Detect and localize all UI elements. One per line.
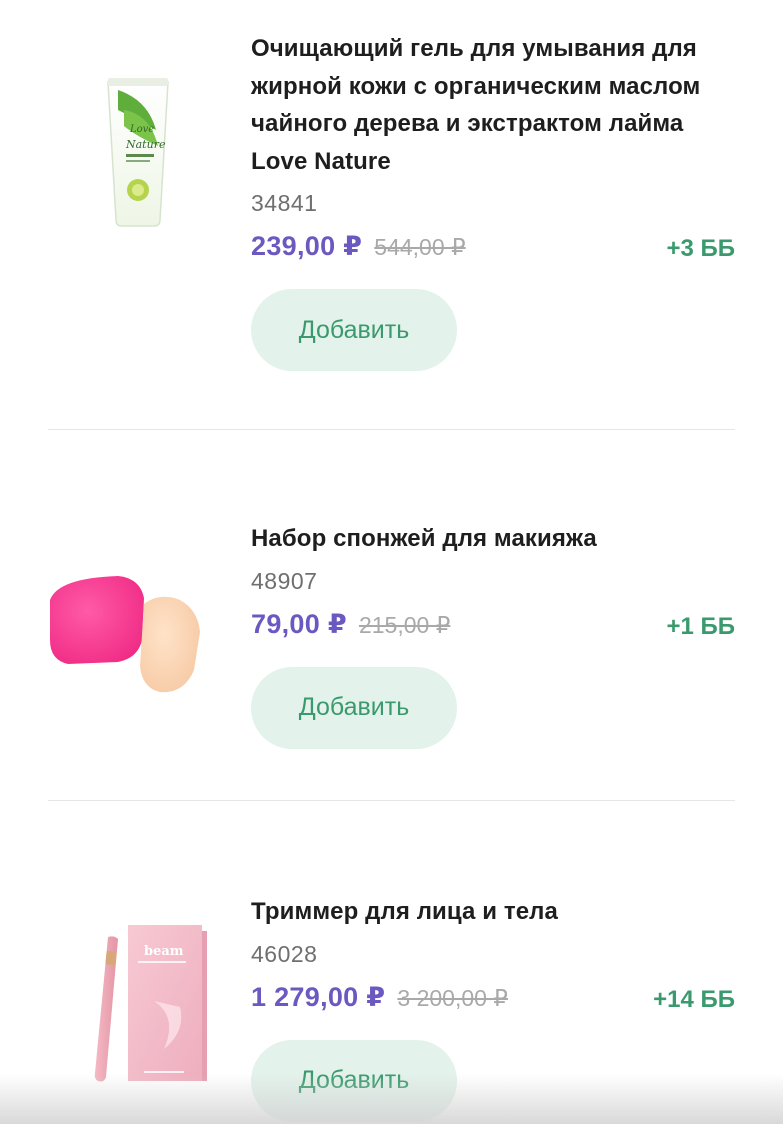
product-old-price: 544,00 ₽: [374, 234, 466, 260]
product-image[interactable]: [48, 570, 228, 700]
product-price: 79,00 ₽: [251, 608, 347, 639]
product-price: 1 279,00 ₽: [251, 981, 386, 1012]
divider: [48, 800, 735, 801]
product-image[interactable]: beam: [48, 921, 228, 1086]
product-info: Очищающий гель для умывания для жирной к…: [251, 30, 735, 371]
svg-text:Nature: Nature: [125, 138, 166, 151]
product-bonus: +1 ББ: [666, 612, 735, 640]
svg-text:Love: Love: [129, 124, 154, 135]
product-title[interactable]: Очищающий гель для умывания для жирной к…: [251, 30, 735, 180]
product-info: Набор спонжей для макияжа 48907 79,00 ₽ …: [251, 520, 735, 749]
product-sku: 46028: [251, 940, 318, 967]
product-bonus: +14 ББ: [653, 985, 735, 1013]
price-row: 239,00 ₽ 544,00 ₽ +3 ББ: [251, 231, 735, 271]
price-row: 1 279,00 ₽ 3 200,00 ₽ +14 ББ: [251, 982, 735, 1022]
add-to-cart-button[interactable]: Добавить: [251, 666, 457, 749]
product-old-price: 3 200,00 ₽: [397, 984, 508, 1011]
product-price: 239,00 ₽: [251, 231, 363, 261]
product-bonus: +3 ББ: [666, 235, 735, 262]
product-old-price: 215,00 ₽: [358, 611, 451, 638]
divider: [48, 429, 735, 430]
add-to-cart-button[interactable]: Добавить: [251, 289, 457, 371]
trimmer-box-image: beam: [94, 925, 207, 1082]
product-image[interactable]: Love Nature: [48, 40, 228, 240]
bottom-scroll-fade: [0, 1074, 783, 1124]
price-row: 79,00 ₽ 215,00 ₽ +1 ББ: [251, 609, 735, 649]
cleansing-gel-tube-image: Love Nature: [107, 78, 169, 227]
product-sku: 34841: [251, 190, 318, 216]
product-title[interactable]: Набор спонжей для макияжа: [251, 520, 735, 558]
svg-text:beam: beam: [144, 944, 184, 959]
product-title[interactable]: Триммер для лица и тела: [251, 893, 735, 931]
makeup-sponges-image: [50, 576, 200, 693]
product-sku: 48907: [251, 567, 318, 594]
